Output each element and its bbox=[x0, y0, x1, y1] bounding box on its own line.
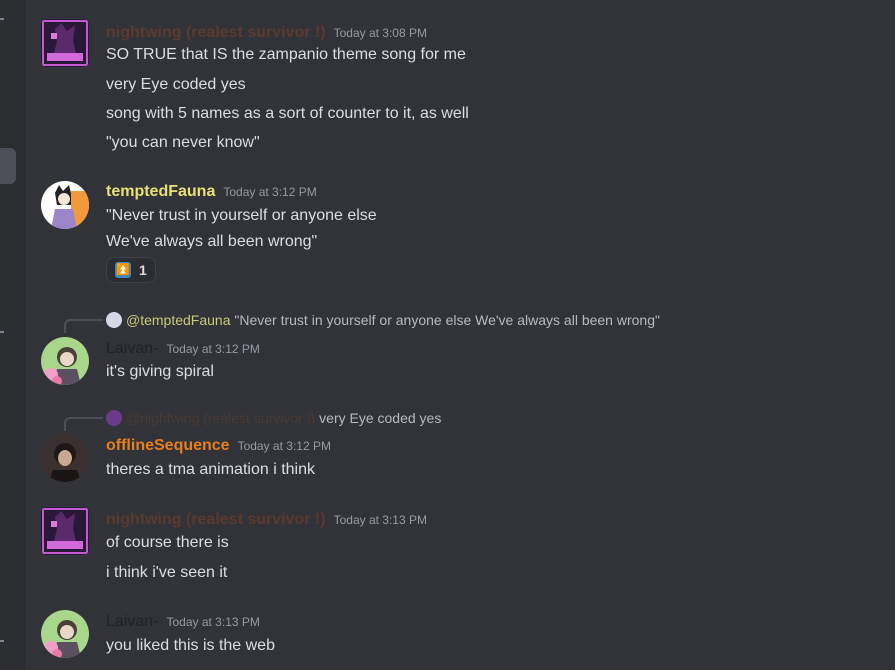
reaction-button[interactable]: ⏫ 1 bbox=[106, 257, 156, 283]
rail-tick bbox=[0, 640, 4, 642]
left-rail bbox=[0, 0, 26, 670]
avatar[interactable] bbox=[41, 434, 89, 482]
author-name[interactable]: Laivan- bbox=[106, 340, 158, 357]
avatar[interactable] bbox=[41, 610, 89, 658]
up-arrow-emoji-icon: ⏫ bbox=[115, 262, 131, 278]
message-line: i think i've seen it bbox=[106, 564, 228, 581]
message-line: "you can never know" bbox=[106, 134, 260, 151]
timestamp: Today at 3:12 PM bbox=[166, 342, 260, 356]
rail-tick bbox=[0, 331, 4, 333]
author-name[interactable]: nightwing (realest survivor !) bbox=[106, 24, 326, 41]
timestamp: Today at 3:13 PM bbox=[166, 615, 260, 629]
reply-avatar bbox=[106, 312, 122, 328]
message-line: very Eye coded yes bbox=[106, 76, 246, 93]
avatar[interactable] bbox=[41, 19, 89, 67]
username[interactable]: nightwing (realest survivor !) Today at 3… bbox=[106, 511, 427, 529]
author-name[interactable]: temptedFauna bbox=[106, 183, 215, 200]
message-line: it's giving spiral bbox=[106, 363, 214, 380]
message-line: of course there is bbox=[106, 534, 229, 551]
timestamp: Today at 3:12 PM bbox=[237, 439, 331, 453]
message-line: you liked this is the web bbox=[106, 637, 275, 654]
message-line: song with 5 names as a sort of counter t… bbox=[106, 105, 469, 122]
username[interactable]: nightwing (realest survivor !) Today at 3… bbox=[106, 24, 427, 42]
avatar[interactable] bbox=[41, 181, 89, 229]
reaction-count: 1 bbox=[139, 262, 147, 278]
reply-preview[interactable]: @nightwing (realest survivor !) very Eye… bbox=[106, 410, 441, 426]
reply-mention[interactable]: @nightwing (realest survivor !) bbox=[126, 410, 315, 426]
message-line: theres a tma animation i think bbox=[106, 461, 315, 478]
active-channel-indicator bbox=[0, 148, 16, 184]
username[interactable]: offlineSequence Today at 3:12 PM bbox=[106, 437, 331, 455]
reply-preview[interactable]: @temptedFauna "Never trust in yourself o… bbox=[106, 312, 660, 328]
reply-spine bbox=[64, 417, 103, 431]
reply-avatar bbox=[106, 410, 122, 426]
author-name[interactable]: nightwing (realest survivor !) bbox=[106, 511, 326, 528]
username[interactable]: Laivan- Today at 3:13 PM bbox=[106, 613, 260, 631]
timestamp: Today at 3:12 PM bbox=[223, 185, 317, 199]
message-line: "Never trust in yourself or anyone else bbox=[106, 207, 377, 224]
reply-mention[interactable]: @temptedFauna bbox=[126, 312, 231, 328]
author-name[interactable]: Laivan- bbox=[106, 613, 158, 630]
timestamp: Today at 3:13 PM bbox=[333, 513, 427, 527]
message-line: SO TRUE that IS the zampanio theme song … bbox=[106, 46, 466, 63]
reply-text[interactable]: very Eye coded yes bbox=[319, 410, 441, 426]
rail-tick bbox=[0, 18, 4, 20]
username[interactable]: temptedFauna Today at 3:12 PM bbox=[106, 183, 317, 201]
message-line: We've always all been wrong" bbox=[106, 233, 318, 250]
reply-text[interactable]: "Never trust in yourself or anyone else … bbox=[234, 312, 660, 328]
avatar[interactable] bbox=[41, 507, 89, 555]
avatar[interactable] bbox=[41, 337, 89, 385]
reply-spine bbox=[64, 319, 103, 333]
author-name[interactable]: offlineSequence bbox=[106, 437, 230, 454]
timestamp: Today at 3:08 PM bbox=[333, 26, 427, 40]
username[interactable]: Laivan- Today at 3:12 PM bbox=[106, 340, 260, 358]
